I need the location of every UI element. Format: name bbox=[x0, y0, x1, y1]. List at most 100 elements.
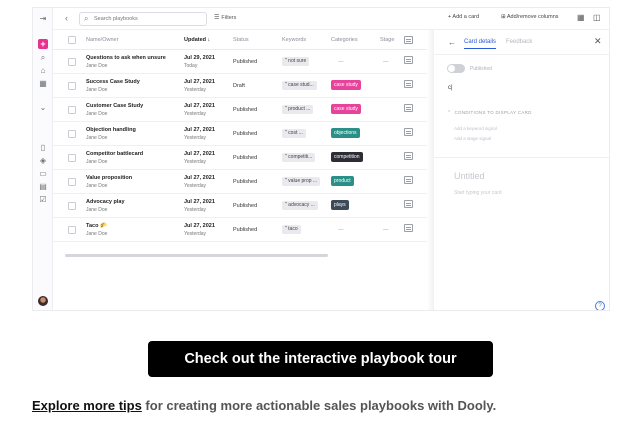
row-checkbox[interactable] bbox=[68, 106, 76, 114]
stage-signal-field[interactable]: Add a stage signal bbox=[454, 136, 491, 141]
table-row[interactable]: Success Case Study Jane Doe Jul 27, 2021… bbox=[53, 74, 433, 98]
help-icon[interactable]: ? bbox=[595, 301, 605, 310]
playbook-name[interactable]: Taco 🌮 bbox=[86, 223, 107, 229]
keyword-chip[interactable]: " product ... bbox=[282, 105, 314, 114]
document-icon[interactable]: ▯ bbox=[38, 143, 48, 153]
layers-icon[interactable]: ◈ bbox=[38, 156, 48, 166]
create-new-icon[interactable]: + bbox=[38, 39, 48, 49]
user-avatar[interactable] bbox=[38, 296, 48, 306]
conditions-heading[interactable]: ⌃ CONDITIONS TO DISPLAY CARD bbox=[447, 110, 532, 116]
table-row[interactable]: Competitor battlecard Jane Doe Jul 27, 2… bbox=[53, 146, 433, 170]
column-header-name-owner[interactable]: Name/Owner bbox=[86, 37, 118, 43]
keyword-signal-field[interactable]: Add a keyword signal bbox=[454, 126, 497, 131]
category-badge[interactable]: case study bbox=[331, 80, 361, 90]
column-header-keywords[interactable]: Keywords bbox=[282, 37, 306, 43]
row-checkbox[interactable] bbox=[68, 178, 76, 186]
horizontal-scrollbar[interactable] bbox=[65, 254, 328, 257]
card-preview-icon[interactable] bbox=[404, 104, 413, 112]
status-text: Published bbox=[233, 227, 258, 233]
category-badge[interactable]: competition bbox=[331, 152, 363, 162]
keyword-chip[interactable]: " not sure bbox=[282, 57, 310, 66]
interactive-tour-button[interactable]: Check out the interactive playbook tour bbox=[148, 341, 493, 377]
table-row[interactable]: Value proposition Jane Doe Jul 27, 2021 … bbox=[53, 170, 433, 194]
playbook-name[interactable]: Value proposition bbox=[86, 175, 132, 181]
tab-card-details[interactable]: Card details bbox=[464, 39, 497, 49]
keyword-chip[interactable]: " value prop ... bbox=[282, 177, 320, 186]
column-header-status[interactable]: Status bbox=[233, 37, 249, 43]
column-header-updated[interactable]: Updated ↓ bbox=[184, 37, 210, 43]
category-badge[interactable]: case study bbox=[331, 104, 361, 114]
add-card-button[interactable]: + Add a card bbox=[448, 14, 479, 20]
card-preview-icon[interactable] bbox=[404, 224, 413, 232]
filters-button[interactable]: ☰ Filters bbox=[214, 14, 236, 21]
card-preview-icon[interactable] bbox=[404, 80, 413, 88]
playbook-name[interactable]: Customer Case Study bbox=[86, 103, 143, 109]
row-checkbox[interactable] bbox=[68, 154, 76, 162]
keyword-chip[interactable]: " taco bbox=[282, 225, 301, 234]
row-checkbox[interactable] bbox=[68, 226, 76, 234]
card-preview-icon[interactable] bbox=[404, 176, 413, 184]
select-all-checkbox[interactable] bbox=[68, 36, 76, 44]
back-arrow-icon[interactable]: ← bbox=[448, 38, 456, 47]
status-text: Published bbox=[233, 179, 258, 185]
column-settings-icon[interactable] bbox=[404, 36, 413, 44]
home-icon[interactable]: ⌂ bbox=[38, 66, 48, 76]
card-title-input[interactable]: c| bbox=[448, 85, 453, 91]
card-body-placeholder[interactable]: Start typing your card bbox=[454, 190, 502, 196]
grid-view-icon[interactable]: ▦ bbox=[577, 13, 585, 22]
row-checkbox[interactable] bbox=[68, 82, 76, 90]
table-row[interactable]: Advocacy play Jane Doe Jul 27, 2021 Yest… bbox=[53, 194, 433, 218]
updated-relative: Yesterday bbox=[184, 231, 207, 237]
search-input[interactable] bbox=[94, 14, 202, 24]
calendar-icon[interactable]: ▦ bbox=[38, 79, 48, 89]
category-badge[interactable]: objections bbox=[331, 128, 360, 138]
published-toggle[interactable] bbox=[447, 64, 465, 73]
playbook-name[interactable]: Success Case Study bbox=[86, 79, 140, 85]
close-icon[interactable]: ✕ bbox=[594, 36, 602, 47]
category-badge[interactable]: product bbox=[331, 176, 354, 186]
tab-feedback[interactable]: Feedback bbox=[506, 39, 532, 45]
table-row[interactable]: Questions to ask when unsure Jane Doe Ju… bbox=[53, 50, 433, 74]
stage-empty: — bbox=[383, 59, 389, 65]
row-checkbox[interactable] bbox=[68, 130, 76, 138]
playbook-name[interactable]: Questions to ask when unsure bbox=[86, 55, 166, 61]
app-screenshot: ⇥ + ⌕ ⌂ ▦ ⌄ ▯ ◈ ▭ ▤ ☑ ‹ ⌕ ☰Filters + Add… bbox=[32, 7, 610, 311]
split-view-icon[interactable]: ◫ bbox=[593, 13, 601, 22]
keyword-chip[interactable]: " competiti... bbox=[282, 153, 316, 162]
back-chevron-icon[interactable]: ‹ bbox=[65, 13, 68, 23]
add-remove-columns-button[interactable]: ⊞ Add/remove columns bbox=[501, 14, 559, 20]
playbook-icon[interactable]: ▭ bbox=[38, 169, 48, 179]
notes-icon[interactable]: ▤ bbox=[38, 182, 48, 192]
collapse-sidebar-icon[interactable]: ⇥ bbox=[38, 14, 48, 24]
search-box[interactable]: ⌕ bbox=[79, 12, 207, 26]
tasks-checkbox-icon[interactable]: ☑ bbox=[38, 195, 48, 205]
playbook-name[interactable]: Competitor battlecard bbox=[86, 151, 143, 157]
search-icon: ⌕ bbox=[84, 14, 89, 23]
row-checkbox[interactable] bbox=[68, 202, 76, 210]
row-checkbox[interactable] bbox=[68, 58, 76, 66]
playbook-name[interactable]: Objection handling bbox=[86, 127, 136, 133]
table-row[interactable]: Customer Case Study Jane Doe Jul 27, 202… bbox=[53, 98, 433, 122]
stage-empty: — bbox=[383, 227, 389, 233]
card-preview-icon[interactable] bbox=[404, 200, 413, 208]
category-badge[interactable]: plays bbox=[331, 200, 349, 210]
keyword-chip[interactable]: " cost ... bbox=[282, 129, 306, 138]
playbook-owner: Jane Doe bbox=[86, 183, 108, 189]
card-preview-icon[interactable] bbox=[404, 56, 413, 64]
chevron-down-icon[interactable]: ⌄ bbox=[38, 103, 48, 113]
updated-date: Jul 27, 2021 bbox=[184, 151, 215, 157]
search-icon[interactable]: ⌕ bbox=[38, 53, 48, 63]
playbook-table: Name/Owner Updated ↓ Status Keywords Cat… bbox=[53, 30, 433, 260]
card-preview-icon[interactable] bbox=[404, 152, 413, 160]
playbook-name[interactable]: Advocacy play bbox=[86, 199, 125, 205]
column-header-categories[interactable]: Categories bbox=[331, 37, 358, 43]
column-header-stage[interactable]: Stage bbox=[380, 37, 394, 43]
keyword-chip[interactable]: " case stud... bbox=[282, 81, 317, 90]
keyword-chip[interactable]: " advocacy ... bbox=[282, 201, 318, 210]
explore-tips-link[interactable]: Explore more tips bbox=[32, 398, 142, 413]
table-row[interactable]: Objection handling Jane Doe Jul 27, 2021… bbox=[53, 122, 433, 146]
updated-date: Jul 27, 2021 bbox=[184, 79, 215, 85]
card-title-placeholder[interactable]: Untitled bbox=[454, 171, 485, 181]
table-row[interactable]: Taco 🌮 Jane Doe Jul 27, 2021 Yesterday P… bbox=[53, 218, 433, 242]
card-preview-icon[interactable] bbox=[404, 128, 413, 136]
